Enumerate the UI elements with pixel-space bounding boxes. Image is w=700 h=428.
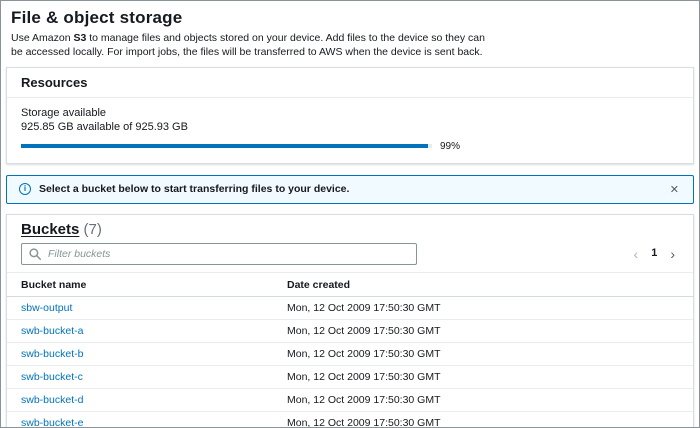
bucket-link[interactable]: swb-bucket-d [21, 394, 83, 406]
date-created-cell: Mon, 12 Oct 2009 17:50:30 GMT [273, 388, 693, 411]
pagination-page-1[interactable]: 1 [651, 248, 657, 259]
table-row: swb-bucket-d Mon, 12 Oct 2009 17:50:30 GM… [7, 388, 693, 411]
info-alert: i Select a bucket below to start transfe… [6, 175, 694, 204]
page-description-part1: Use Amazon [11, 32, 73, 44]
pagination: ‹ 1 › [634, 247, 675, 261]
table-row: swb-bucket-e Mon, 12 Oct 2009 17:50:30 GM… [7, 411, 693, 428]
buckets-panel: Buckets (7) ‹ 1 › Bucket name Date creat… [6, 214, 694, 428]
alert-close-icon[interactable]: ✕ [668, 183, 681, 196]
page-description: Use Amazon S3 to manage files and object… [11, 31, 485, 60]
buckets-count: (7) [84, 221, 102, 238]
resources-panel: Resources Storage available 925.85 GB av… [6, 67, 694, 164]
filter-buckets [21, 243, 417, 265]
storage-progress-row: 99% [21, 141, 679, 152]
resources-title: Resources [21, 75, 679, 90]
storage-available-label: Storage available [21, 107, 679, 119]
storage-progress-percent: 99% [440, 141, 460, 152]
bucket-name-cell: swb-bucket-c [7, 365, 273, 388]
date-created-cell: Mon, 12 Oct 2009 17:50:30 GMT [273, 411, 693, 428]
bucket-name-cell: swb-bucket-e [7, 411, 273, 428]
info-icon: i [19, 183, 31, 195]
buckets-heading: Buckets (7) [21, 221, 679, 238]
resources-header: Resources [7, 68, 693, 98]
storage-progress-bar [21, 144, 432, 148]
filter-buckets-input[interactable] [21, 243, 417, 265]
pagination-next-icon[interactable]: › [670, 247, 675, 261]
search-icon [29, 248, 41, 260]
bucket-link[interactable]: swb-bucket-c [21, 371, 83, 383]
buckets-header: Buckets (7) [7, 215, 693, 240]
table-row: sbw-output Mon, 12 Oct 2009 17:50:30 GMT [7, 296, 693, 319]
date-created-cell: Mon, 12 Oct 2009 17:50:30 GMT [273, 296, 693, 319]
page-title: File & object storage [11, 8, 694, 28]
bucket-link[interactable]: swb-bucket-b [21, 348, 83, 360]
buckets-table-body: sbw-outputMon, 12 Oct 2009 17:50:30 GMTs… [7, 296, 693, 428]
date-created-cell: Mon, 12 Oct 2009 17:50:30 GMT [273, 342, 693, 365]
buckets-table: Bucket name Date created sbw-output Mon, … [7, 272, 693, 428]
bucket-link[interactable]: swb-bucket-a [21, 325, 83, 337]
column-header-date-created: Date created [273, 272, 693, 296]
buckets-toolbar: ‹ 1 › [7, 240, 693, 272]
date-created-cell: Mon, 12 Oct 2009 17:50:30 GMT [273, 365, 693, 388]
pagination-prev-icon[interactable]: ‹ [634, 247, 639, 261]
alert-message: Select a bucket below to start transferr… [39, 183, 349, 195]
bucket-link[interactable]: swb-bucket-e [21, 417, 83, 428]
bucket-name-cell: swb-bucket-a [7, 319, 273, 342]
bucket-link[interactable]: sbw-output [21, 302, 72, 314]
table-row: swb-bucket-b Mon, 12 Oct 2009 17:50:30 GM… [7, 342, 693, 365]
table-row: swb-bucket-a Mon, 12 Oct 2009 17:50:30 GM… [7, 319, 693, 342]
buckets-title: Buckets [21, 221, 79, 238]
table-row: swb-bucket-c Mon, 12 Oct 2009 17:50:30 GM… [7, 365, 693, 388]
date-created-cell: Mon, 12 Oct 2009 17:50:30 GMT [273, 319, 693, 342]
table-header-row: Bucket name Date created [7, 272, 693, 296]
bucket-name-cell: swb-bucket-b [7, 342, 273, 365]
bucket-name-cell: sbw-output [7, 296, 273, 319]
resources-body: Storage available 925.85 GB available of… [7, 98, 693, 163]
storage-available-value: 925.85 GB available of 925.93 GB [21, 121, 679, 133]
page-description-bold: S3 [73, 32, 86, 44]
bucket-name-cell: swb-bucket-d [7, 388, 273, 411]
storage-progress-fill [21, 144, 428, 148]
column-header-bucket-name: Bucket name [7, 272, 273, 296]
app-window: File & object storage Use Amazon S3 to m… [0, 0, 700, 428]
